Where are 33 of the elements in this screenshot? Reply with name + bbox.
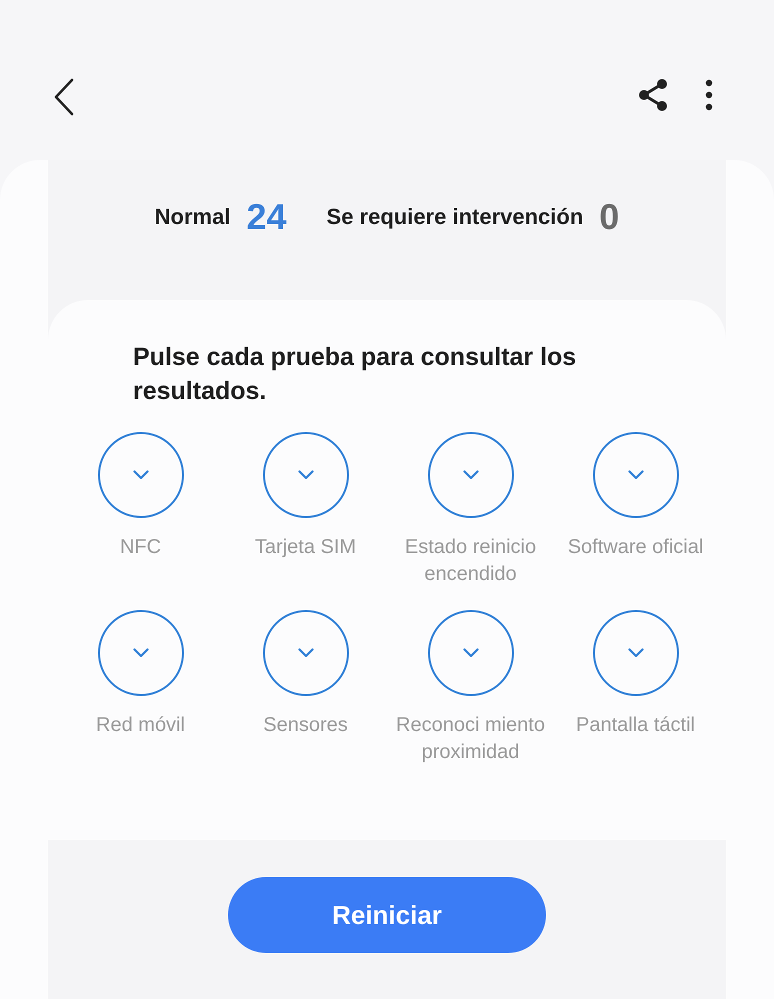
restart-button[interactable]: Reiniciar xyxy=(228,877,546,953)
test-label: Pantalla táctil xyxy=(575,713,696,738)
test-result-button[interactable] xyxy=(262,432,348,518)
test-label: Red móvil xyxy=(95,713,186,738)
more-options-icon[interactable] xyxy=(705,78,713,112)
instructions-text: Pulse cada prueba para consultar los resultados. xyxy=(133,342,578,407)
test-label: Software oficial xyxy=(566,535,704,560)
test-result-button[interactable] xyxy=(592,610,678,696)
test-label: NFC xyxy=(118,535,162,560)
test-result-button[interactable] xyxy=(98,610,184,696)
attention-label: Se requiere intervención xyxy=(326,204,584,230)
share-icon[interactable] xyxy=(636,78,670,112)
checkmark-icon xyxy=(628,470,644,480)
test-result-button[interactable] xyxy=(428,610,514,696)
checkmark-icon xyxy=(298,648,314,658)
checkmark-icon xyxy=(462,648,478,658)
test-result-button[interactable] xyxy=(98,432,184,518)
test-result-button[interactable] xyxy=(592,432,678,518)
test-result-button[interactable] xyxy=(428,432,514,518)
test-result-button[interactable] xyxy=(262,610,348,696)
normal-count: 24 xyxy=(246,196,287,238)
back-icon[interactable] xyxy=(53,78,75,116)
normal-label: Normal xyxy=(154,204,230,230)
test-label: Reconoci miento proximidad xyxy=(396,713,546,765)
checkmark-icon xyxy=(462,470,478,480)
test-label: Sensores xyxy=(262,713,349,738)
test-label: Estado reinicio encendido xyxy=(404,535,538,587)
attention-count: 0 xyxy=(599,196,620,238)
checkmark-icon xyxy=(628,648,644,658)
test-label: Tarjeta SIM xyxy=(254,535,358,560)
checkmark-icon xyxy=(132,648,148,658)
checkmark-icon xyxy=(132,470,148,480)
checkmark-icon xyxy=(298,470,314,480)
